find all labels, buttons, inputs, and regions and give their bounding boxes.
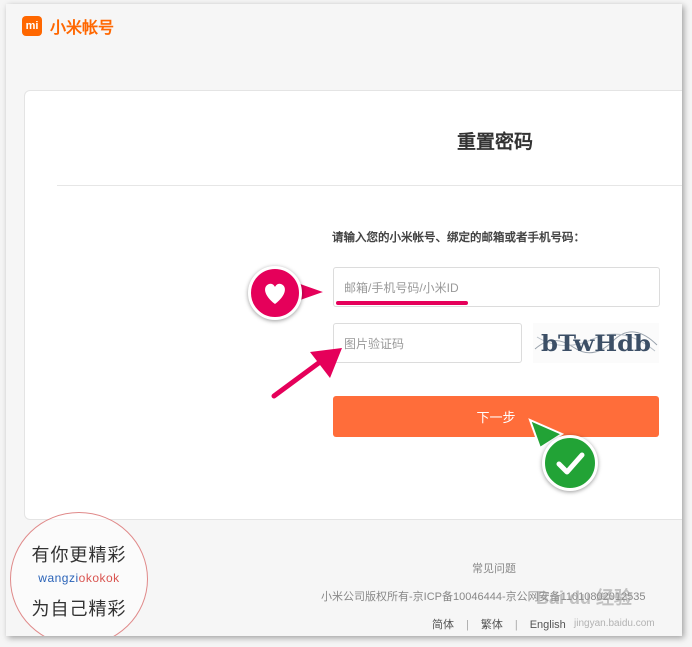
baidu-jingyan-url: jingyan.baidu.com [574,618,655,629]
language-switcher: 简体 | 繁体 | English [426,616,572,632]
check-badge [542,435,598,491]
lang-separator: | [514,619,518,631]
watermark-stamp: 有你更精彩 wangziokokok 为自己精彩 [10,512,148,636]
watermark-line2: wangziokokok [11,571,147,585]
heart-badge [248,266,302,320]
captcha-image[interactable]: bTwHdb [533,323,659,363]
highlight-underline [336,301,468,305]
watermark-line2-main: wangzi [38,571,79,585]
faq-link[interactable]: 常见问题 [472,560,516,576]
account-input-placeholder: 邮箱/手机号码/小米ID [344,280,459,295]
next-step-label: 下一步 [476,410,516,425]
title-divider [57,185,682,186]
lang-english[interactable]: English [530,619,566,631]
check-icon [556,452,585,475]
browser-frame: mi 小米帐号 重置密码 请输入您的小米帐号、绑定的邮箱或者手机号码： 邮箱/手… [6,4,682,636]
lang-simplified[interactable]: 简体 [432,619,454,631]
mi-account-title: 小米帐号 [50,20,115,37]
watermark-line3: 为自己精彩 [31,599,127,620]
arrow-icon [271,348,342,399]
captcha-input[interactable]: 图片验证码 [333,323,522,363]
lang-separator: | [466,619,469,631]
account-prompt: 请输入您的小米帐号、绑定的邮箱或者手机号码： [332,232,585,244]
mi-logo-mark: mi [22,16,42,36]
captcha-text: bTwHdb [541,331,651,357]
baidu-jingyan-logo: Bai du 经验 [536,588,633,608]
watermark-line2-accent: okokok [78,571,120,585]
next-step-button[interactable]: 下一步 [333,396,659,437]
mi-logo[interactable]: mi 小米帐号 [22,14,114,38]
heart-icon [265,283,285,304]
captcha-input-placeholder: 图片验证码 [344,336,405,351]
page-title: 重置密码 [457,132,534,153]
watermark-line1: 有你更精彩 [31,545,127,566]
lang-traditional[interactable]: 繁体 [481,619,503,631]
